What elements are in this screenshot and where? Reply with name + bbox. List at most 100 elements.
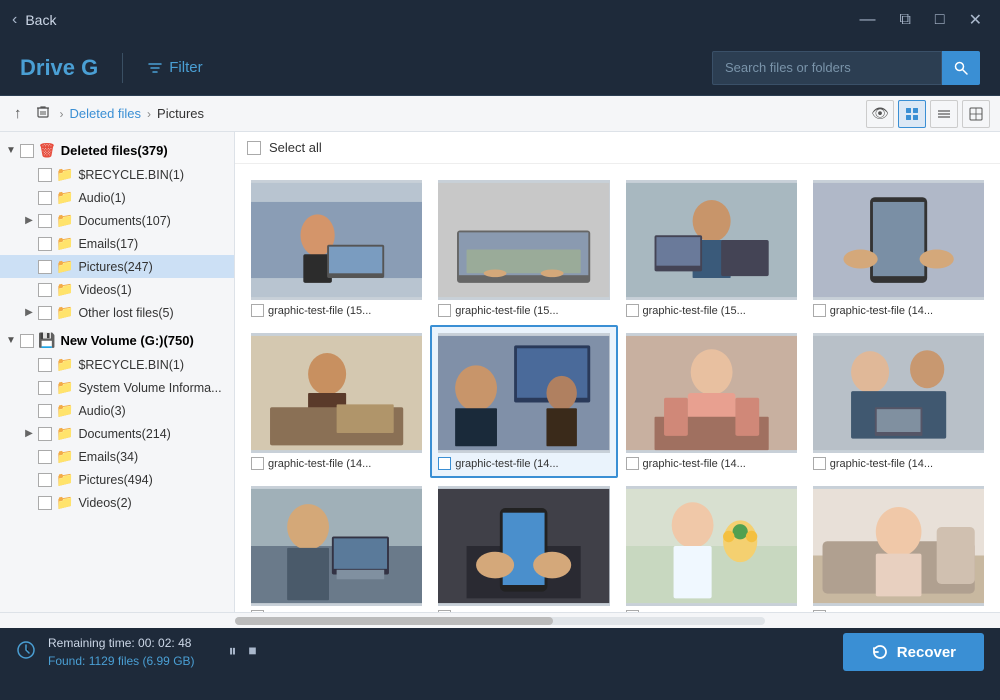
checkbox-audio-2[interactable]	[38, 404, 52, 418]
file-checkbox-9[interactable]	[438, 610, 451, 612]
grid-item-footer-11: graphic-test-file (14...	[813, 610, 984, 612]
filter-button[interactable]: Filter	[147, 59, 202, 76]
view-details-button[interactable]	[962, 100, 990, 128]
minimize-button[interactable]: —	[853, 9, 881, 31]
view-grid-button[interactable]	[898, 100, 926, 128]
grid-item-11[interactable]: graphic-test-file (14...	[805, 478, 992, 612]
sidebar-item-emails-2[interactable]: 📁 Emails(34)	[0, 445, 234, 468]
file-checkbox-11[interactable]	[813, 610, 826, 612]
sidebar-item-sysvolume[interactable]: 📁 System Volume Informa...	[0, 376, 234, 399]
grid-icon	[905, 107, 919, 121]
select-all-checkbox[interactable]	[247, 141, 261, 155]
checkbox-pictures-1[interactable]	[38, 260, 52, 274]
grid-item-footer-4: graphic-test-file (14...	[251, 457, 422, 470]
documents-label-1: Documents(107)	[78, 214, 170, 228]
sidebar-item-other-1[interactable]: ▶ 📁 Other lost files(5)	[0, 301, 234, 324]
checkbox-videos-1[interactable]	[38, 283, 52, 297]
grid-item-5[interactable]: graphic-test-file (14...	[430, 325, 617, 478]
file-checkbox-2[interactable]	[626, 304, 639, 317]
grid-item-0[interactable]: graphic-test-file (15...	[243, 172, 430, 325]
grid-item-9[interactable]: graphic-test-file (14...	[430, 478, 617, 612]
checkbox-sysvolume[interactable]	[38, 381, 52, 395]
folder-icon: 📁	[56, 356, 73, 373]
checkbox-deleted-group[interactable]	[20, 144, 34, 158]
sidebar-item-emails-1[interactable]: 📁 Emails(17)	[0, 232, 234, 255]
file-checkbox-8[interactable]	[251, 610, 264, 612]
search-input[interactable]	[712, 51, 942, 85]
folder-icon: 📁	[56, 425, 73, 442]
expand-volume-icon: ▼	[4, 335, 18, 346]
recover-button[interactable]: Recover	[843, 633, 984, 671]
file-name-11: graphic-test-file (14...	[830, 611, 933, 613]
grid-item-1[interactable]: graphic-test-file (15...	[430, 172, 617, 325]
grid-item-10[interactable]: graphic-test-file (14...	[618, 478, 805, 612]
checkbox-audio-1[interactable]	[38, 191, 52, 205]
grid-item-4[interactable]: graphic-test-file (14...	[243, 325, 430, 478]
grid-item-footer-10: graphic-test-file (14...	[626, 610, 797, 612]
breadcrumb-deleted-files[interactable]: Deleted files	[70, 106, 142, 121]
sidebar-item-audio-2[interactable]: 📁 Audio(3)	[0, 399, 234, 422]
folder-icon: 📁	[56, 402, 73, 419]
recycle-label-2: $RECYCLE.BIN(1)	[78, 358, 184, 372]
delete-button[interactable]	[32, 103, 54, 125]
search-container	[712, 51, 980, 85]
grid-item-3[interactable]: graphic-test-file (14...	[805, 172, 992, 325]
checkbox-recycle-1[interactable]	[38, 168, 52, 182]
sidebar-item-recycle-2[interactable]: 📁 $RECYCLE.BIN(1)	[0, 353, 234, 376]
file-checkbox-10[interactable]	[626, 610, 639, 612]
sidebar-group-volume[interactable]: ▼ 💾 New Volume (G:)(750)	[0, 328, 234, 353]
file-checkbox-4[interactable]	[251, 457, 264, 470]
file-checkbox-5[interactable]	[438, 457, 451, 470]
sidebar-item-pictures-1[interactable]: 📁 Pictures(247)	[0, 255, 234, 278]
back-label: Back	[25, 12, 56, 28]
view-list-button[interactable]	[930, 100, 958, 128]
view-hidden-button[interactable]: 👁	[866, 100, 894, 128]
grid-item-8[interactable]: graphic-test-file (14...	[243, 478, 430, 612]
maximize-button[interactable]: □	[929, 9, 951, 31]
sidebar-item-videos-1[interactable]: 📁 Videos(1)	[0, 278, 234, 301]
sidebar-item-recycle-1[interactable]: 📁 $RECYCLE.BIN(1)	[0, 163, 234, 186]
checkbox-volume-group[interactable]	[20, 334, 34, 348]
photo-svg-2	[626, 180, 797, 300]
sidebar-item-documents-1[interactable]: ▶ 📁 Documents(107)	[0, 209, 234, 232]
pause-button[interactable]: ⏸	[227, 641, 239, 663]
checkbox-emails-2[interactable]	[38, 450, 52, 464]
navigate-up-button[interactable]: ↑	[10, 103, 26, 124]
checkbox-pictures-2[interactable]	[38, 473, 52, 487]
checkbox-emails-1[interactable]	[38, 237, 52, 251]
restore-button[interactable]: ⧉	[893, 9, 916, 31]
audio-label-1: Audio(1)	[78, 191, 125, 205]
file-name-6: graphic-test-file (14...	[643, 458, 746, 470]
breadcrumb-pictures: Pictures	[157, 106, 204, 121]
file-checkbox-0[interactable]	[251, 304, 264, 317]
file-name-0: graphic-test-file (15...	[268, 305, 371, 317]
checkbox-recycle-2[interactable]	[38, 358, 52, 372]
photo-svg-0	[251, 180, 422, 300]
breadcrumb-sep-2: ›	[147, 107, 151, 121]
grid-item-2[interactable]: graphic-test-file (15...	[618, 172, 805, 325]
back-button[interactable]: ‹	[12, 11, 17, 29]
checkbox-videos-2[interactable]	[38, 496, 52, 510]
file-checkbox-6[interactable]	[626, 457, 639, 470]
file-checkbox-7[interactable]	[813, 457, 826, 470]
sidebar-group-deleted[interactable]: ▼ 🗑 Deleted files(379)	[0, 138, 234, 163]
sidebar-item-audio-1[interactable]: 📁 Audio(1)	[0, 186, 234, 209]
horizontal-scrollbar[interactable]	[0, 612, 1000, 628]
stop-button[interactable]: ⏹	[247, 641, 259, 663]
checkbox-documents-2[interactable]	[38, 427, 52, 441]
audio-label-2: Audio(3)	[78, 404, 125, 418]
checkbox-other-1[interactable]	[38, 306, 52, 320]
file-checkbox-3[interactable]	[813, 304, 826, 317]
grid-item-6[interactable]: graphic-test-file (14...	[618, 325, 805, 478]
file-checkbox-1[interactable]	[438, 304, 451, 317]
search-button[interactable]	[942, 51, 980, 85]
sidebar-item-videos-2[interactable]: 📁 Videos(2)	[0, 491, 234, 514]
sidebar-item-pictures-2[interactable]: 📁 Pictures(494)	[0, 468, 234, 491]
emails-label-2: Emails(34)	[78, 450, 138, 464]
sidebar-item-documents-2[interactable]: ▶ 📁 Documents(214)	[0, 422, 234, 445]
breadcrumb-sep-1: ›	[60, 107, 64, 121]
filter-icon	[147, 60, 163, 76]
checkbox-documents-1[interactable]	[38, 214, 52, 228]
grid-item-7[interactable]: graphic-test-file (14...	[805, 325, 992, 478]
close-button[interactable]: ✕	[963, 8, 988, 32]
